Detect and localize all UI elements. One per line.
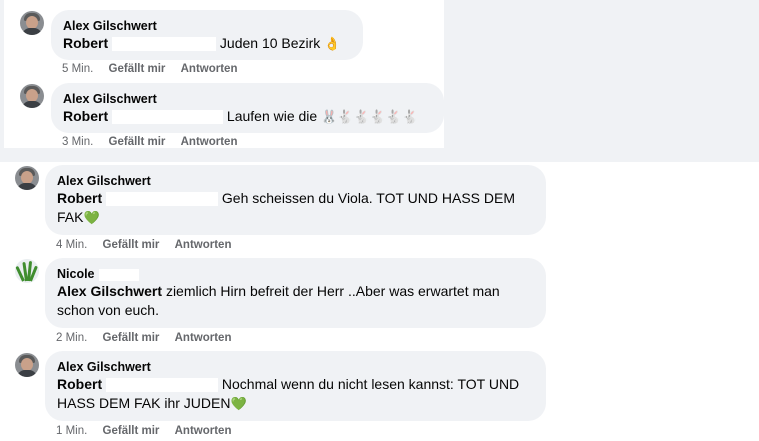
comment-time[interactable]: 3 Min. [62,136,93,148]
ok-hand-emoji: 👌 [324,37,341,52]
comment-author[interactable]: Alex Gilschwert [57,359,534,375]
rabbit-emoji: 🐰🐇🐇🐇🐇🐇 [321,110,419,125]
comment-author[interactable]: Alex Gilschwert [57,173,534,189]
redaction [112,110,224,125]
comment-author[interactable]: Nicole [57,267,95,281]
mention[interactable]: Alex Gilschwert [57,283,162,299]
redaction [106,192,219,207]
comment-time[interactable]: 5 Min. [62,63,93,75]
avatar[interactable] [15,259,39,283]
background-strip [0,0,4,160]
comment-text: Laufen wie die [226,108,318,124]
comment-meta: 4 Min. Gefällt mir Antworten [56,239,243,251]
avatar[interactable] [15,353,39,377]
redaction [106,378,219,393]
comment-time[interactable]: 4 Min. [56,239,87,251]
avatar[interactable] [20,11,44,35]
green-heart-emoji: 💚 [230,397,247,412]
mention[interactable]: Robert [57,190,102,206]
reply-button[interactable]: Antworten [175,332,232,344]
mention[interactable]: Robert [63,35,108,51]
like-button[interactable]: Gefällt mir [109,63,166,75]
comment-bubble: Alex Gilschwert Robert Juden 10 Bezirk 👌 [51,10,363,60]
comment-meta: 5 Min. Gefällt mir Antworten [62,63,249,75]
reply-button[interactable]: Antworten [181,63,238,75]
background-panel [444,0,759,160]
comment-time[interactable]: 1 Min. [56,425,87,437]
comment-author[interactable]: Alex Gilschwert [63,18,351,34]
like-button[interactable]: Gefällt mir [103,239,160,251]
background-divider [0,148,759,162]
like-button[interactable]: Gefällt mir [103,332,160,344]
reply-button[interactable]: Antworten [181,136,238,148]
comment-author[interactable]: Alex Gilschwert [63,91,432,107]
avatar[interactable] [15,166,39,190]
green-heart-emoji: 💚 [83,211,100,226]
comment-meta: 1 Min. Gefällt mir Antworten [56,425,243,437]
mention[interactable]: Robert [63,108,108,124]
mention[interactable]: Robert [57,376,102,392]
reply-button[interactable]: Antworten [175,425,232,437]
comment-bubble: Nicole Alex Gilschwert ziemlich Hirn bef… [45,258,546,328]
comment-meta: 2 Min. Gefällt mir Antworten [56,332,243,344]
comment-time[interactable]: 2 Min. [56,332,87,344]
reply-button[interactable]: Antworten [175,239,232,251]
comment-bubble: Alex Gilschwert Robert Geh scheissen du … [45,165,546,235]
like-button[interactable]: Gefällt mir [109,136,166,148]
comment-bubble: Alex Gilschwert Robert Nochmal wenn du n… [45,351,546,421]
redaction [112,37,217,52]
comment-bubble: Alex Gilschwert Robert Laufen wie die 🐰🐇… [51,83,444,133]
like-button[interactable]: Gefällt mir [103,425,160,437]
comment-meta: 3 Min. Gefällt mir Antworten [62,136,249,148]
comment-text: Juden 10 Bezirk [219,35,321,51]
avatar[interactable] [20,84,44,108]
redaction [98,268,139,281]
